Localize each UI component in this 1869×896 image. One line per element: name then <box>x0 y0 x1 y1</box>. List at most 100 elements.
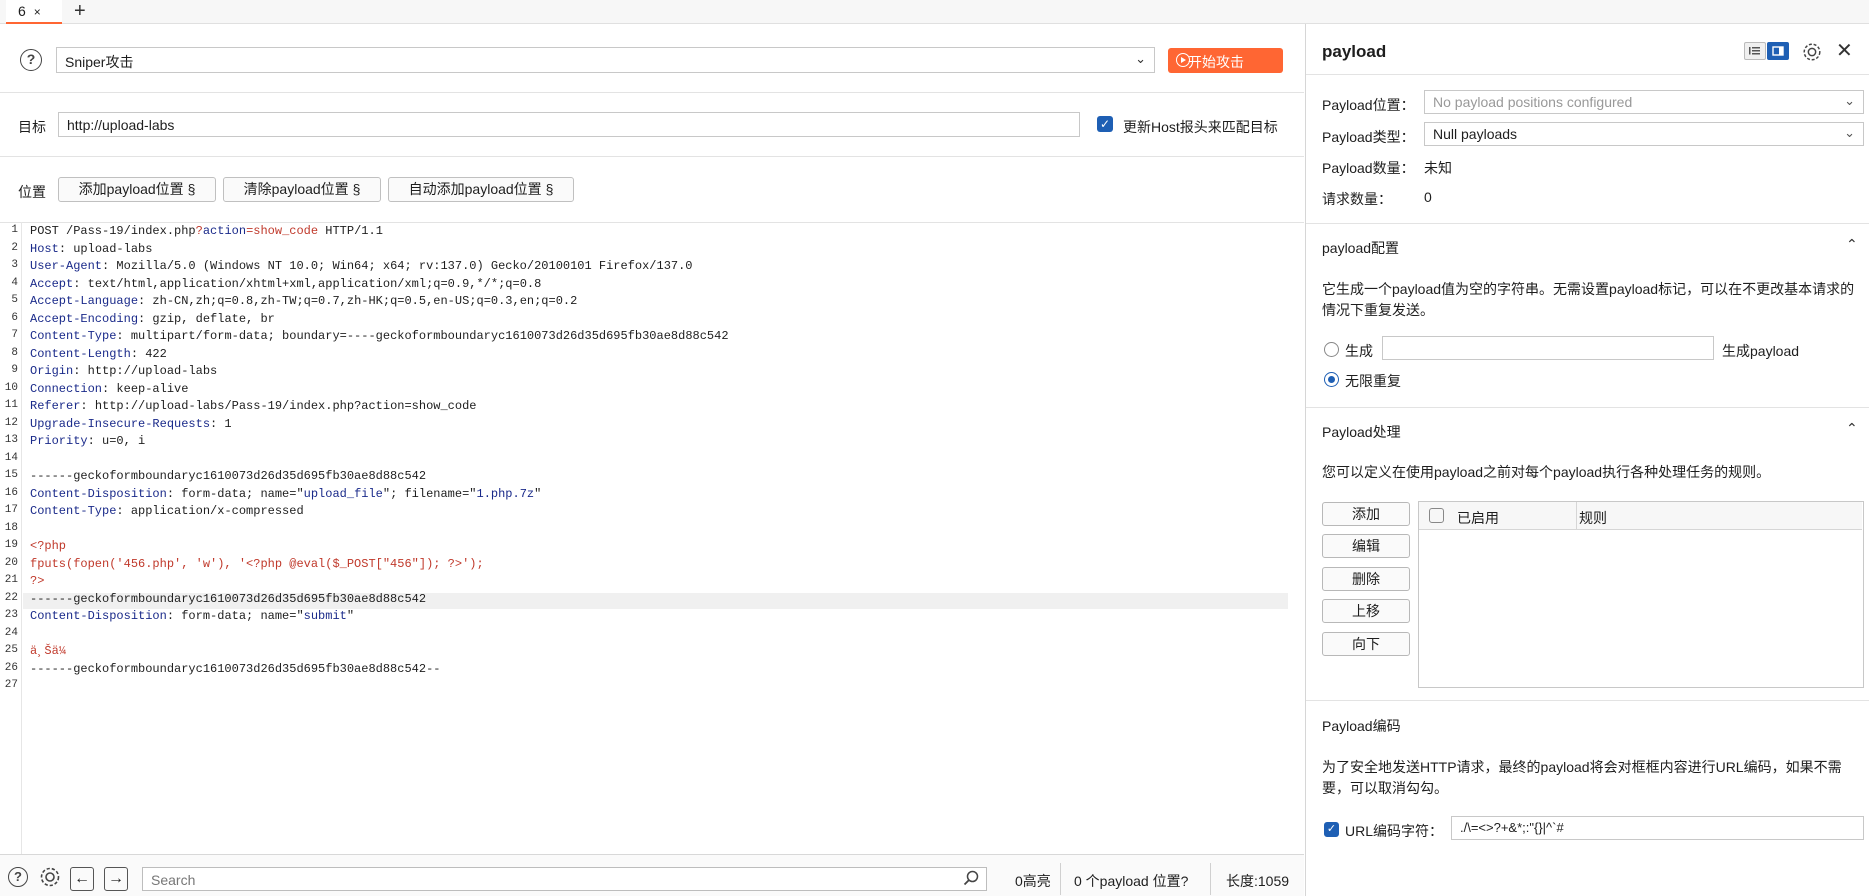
payload-type-select[interactable]: Null payloads ⌄ <box>1424 122 1864 146</box>
payload-positions-count: 0 个payload 位置? <box>1074 873 1189 889</box>
code-line: Accept: text/html,application/xhtml+xml,… <box>30 276 542 291</box>
auto-add-payload-position-button[interactable]: 自动添加payload位置 § <box>388 177 574 202</box>
payload-type-value: Null payloads <box>1433 126 1518 142</box>
line-number: 18 <box>4 521 18 534</box>
code-line: <?php <box>30 539 67 553</box>
line-number: 3 <box>11 259 18 271</box>
divider <box>1576 502 1577 530</box>
help-icon[interactable]: ? <box>8 867 28 887</box>
play-icon <box>1176 53 1190 67</box>
clear-payload-position-button[interactable]: 清除payload位置 § <box>223 177 381 202</box>
generate-label: 生成 <box>1345 343 1373 359</box>
code-line: Host: upload-labs <box>30 241 153 256</box>
payload-config-description: 它生成一个payload值为空的字符串。无需设置payload标记，可以在不更改… <box>1322 281 1855 318</box>
tab-close-icon[interactable]: × <box>34 5 41 19</box>
request-editor[interactable]: 1 2 3 4 5 6 7 8 9 10 11 12 13 14 15 16 17 18 19 20 21 22 23 24 2… <box>0 222 1290 856</box>
chevron-up-icon[interactable]: ⌃ <box>1846 420 1858 437</box>
code-line: Upgrade-Insecure-Requests: 1 <box>30 416 232 431</box>
payload-panel: payload ✕ Payload位置： No payload position… <box>1305 24 1869 896</box>
length-indicator: 长度:1059 <box>1226 873 1290 889</box>
generate-suffix-label: 生成payload <box>1722 343 1800 359</box>
payload-position-select[interactable]: No payload positions configured ⌄ <box>1424 90 1864 114</box>
close-icon[interactable]: ✕ <box>1836 38 1853 63</box>
attack-type-select[interactable]: Sniper攻击 ⌄ <box>56 47 1155 73</box>
line-number: 7 <box>11 329 18 341</box>
update-host-checkbox[interactable]: ✓ <box>1097 116 1113 132</box>
code-line: ä¸Šä¼ <box>30 644 74 658</box>
code-line: Content-Disposition: form-data; name="su… <box>30 609 355 623</box>
code-line: Accept-Encoding: gzip, deflate, br <box>30 311 275 326</box>
target-label: 目标 <box>18 119 46 135</box>
code-line: ------geckoformboundaryc1610073d26d35d69… <box>30 469 427 483</box>
divider <box>1306 407 1869 408</box>
target-url-input[interactable]: http://upload-labs <box>58 112 1080 137</box>
payload-type-label: Payload类型： <box>1322 129 1415 145</box>
line-number-gutter: 1 2 3 4 5 6 7 8 9 10 11 12 13 14 15 16 17 18 19 20 21 22 23 24 2… <box>0 222 22 856</box>
delete-rule-button[interactable]: 删除 <box>1322 567 1410 591</box>
generate-count-input[interactable] <box>1382 336 1714 360</box>
rules-table[interactable]: 已启用 规则 <box>1418 501 1864 688</box>
payload-encoding-description: 为了安全地发送HTTP请求，最终的payload将会对框框内容进行URL编码，如… <box>1322 759 1842 796</box>
help-icon[interactable]: ? <box>20 49 42 71</box>
request-count-value: 0 <box>1424 189 1432 205</box>
tab-label: 6 <box>18 3 26 19</box>
line-number: 24 <box>4 626 18 639</box>
panel-view-icon[interactable] <box>1767 42 1789 60</box>
code-line: Content-Type: application/x-compressed <box>30 504 304 518</box>
generate-radio[interactable] <box>1324 342 1339 357</box>
divider <box>1306 700 1869 701</box>
line-number: 20 <box>4 556 18 569</box>
add-payload-position-button[interactable]: 添加payload位置 § <box>58 177 216 202</box>
url-encode-chars-input[interactable]: ./\=<>?+&*;:"{}|^`# <box>1451 816 1864 840</box>
divider <box>1306 223 1869 224</box>
add-rule-button[interactable]: 添加 <box>1322 502 1410 526</box>
search-input[interactable]: Search <box>142 867 987 891</box>
line-number: 2 <box>11 241 18 254</box>
start-attack-button[interactable]: 开始攻击 <box>1168 48 1283 73</box>
move-up-button[interactable]: 上移 <box>1322 599 1410 623</box>
payload-processing-title: Payload处理 <box>1322 424 1401 440</box>
line-number: 9 <box>11 364 18 376</box>
line-number: 19 <box>4 539 18 551</box>
line-number: 4 <box>11 276 18 289</box>
line-number: 10 <box>4 381 18 394</box>
infinite-repeat-radio[interactable] <box>1324 372 1339 387</box>
code-line: Origin: http://upload-labs <box>30 364 218 378</box>
payload-count-value: 未知 <box>1424 160 1452 176</box>
code-line: ?> <box>30 574 45 588</box>
line-number: 15 <box>4 469 18 481</box>
line-number: 23 <box>4 609 18 621</box>
code-line: Accept-Language: zh-CN,zh;q=0.8,zh-TW;q=… <box>30 294 578 308</box>
update-host-label: 更新Host报头来匹配目标 <box>1123 119 1278 135</box>
line-number: 17 <box>4 504 18 516</box>
divider <box>0 92 1304 93</box>
url-encode-checkbox[interactable]: ✓ <box>1324 822 1339 837</box>
settings-gear-icon[interactable] <box>1801 41 1823 63</box>
line-number: 27 <box>4 679 18 691</box>
payload-encoding-title: Payload编码 <box>1322 718 1401 734</box>
search-icon[interactable] <box>963 870 979 886</box>
column-enabled[interactable]: 已启用 <box>1457 508 1499 528</box>
column-rule[interactable]: 规则 <box>1579 508 1607 528</box>
line-number: 12 <box>4 416 18 429</box>
code-line: Connection: keep-alive <box>30 381 189 396</box>
edit-rule-button[interactable]: 编辑 <box>1322 534 1410 558</box>
highlights-count: 0高亮 <box>1015 873 1051 889</box>
chevron-up-icon[interactable]: ⌃ <box>1846 236 1858 253</box>
select-all-checkbox[interactable] <box>1429 508 1444 523</box>
tab-6[interactable]: 6 × <box>6 0 62 24</box>
panel-title: payload <box>1322 42 1387 61</box>
add-tab-button[interactable]: + <box>74 0 94 22</box>
divider <box>1210 863 1211 895</box>
code-line: ------geckoformboundaryc1610073d26d35d69… <box>30 661 441 676</box>
positions-label: 位置 <box>18 184 46 200</box>
payload-config-title: payload配置 <box>1322 240 1400 256</box>
code-line: Priority: u=0, i <box>30 434 146 448</box>
gear-icon[interactable] <box>38 865 62 889</box>
list-view-icon[interactable] <box>1744 42 1766 60</box>
back-arrow-icon[interactable]: ← <box>70 867 94 891</box>
code-line: Content-Type: multipart/form-data; bound… <box>30 329 729 343</box>
move-down-button[interactable]: 向下 <box>1322 632 1410 656</box>
forward-arrow-icon[interactable]: → <box>104 867 128 891</box>
payload-processing-description: 您可以定义在使用payload之前对每个payload执行各种处理任务的规则。 <box>1322 464 1771 480</box>
